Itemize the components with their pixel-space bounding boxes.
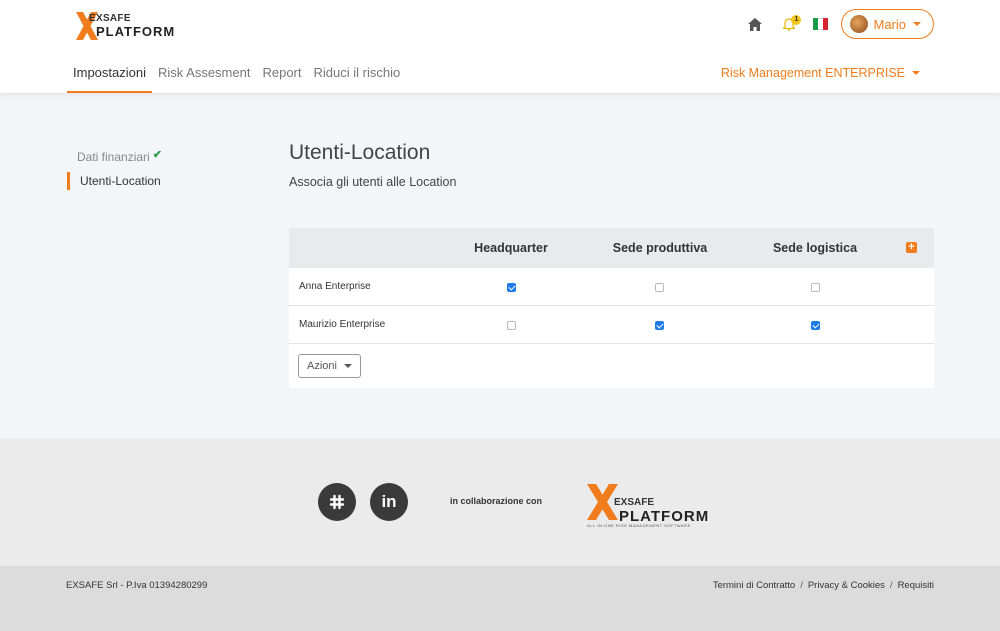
logo-text-top: EXSAFE <box>89 13 131 24</box>
organization-label: Risk Management ENTERPRISE <box>720 66 905 80</box>
separator: / <box>800 580 803 591</box>
home-icon[interactable] <box>745 14 765 34</box>
user-name-cell: Maurizio Enterprise <box>299 319 386 330</box>
italy-flag-icon[interactable] <box>813 18 828 30</box>
header-actions: 1 Mario <box>745 9 934 39</box>
table-row: Anna Enterprise <box>289 268 934 306</box>
collaboration-text: in collaborazione con <box>450 496 543 506</box>
legal-links: Termini di Contratto / Privacy & Cookies… <box>713 580 934 591</box>
sidebar-item-utenti-location[interactable]: Utenti-Location <box>67 172 161 190</box>
avatar <box>850 15 869 33</box>
partner-logo-tagline: ALL-IN-ONE RISK MANAGEMENT SOFTWARE <box>587 523 691 528</box>
checkbox-maurizio-sede-logistica[interactable] <box>811 321 820 330</box>
checkbox-maurizio-sede-produttiva[interactable] <box>655 321 664 330</box>
logo-text-bottom: PLATFORM <box>96 24 176 39</box>
table-header: Headquarter Sede produttiva Sede logisti… <box>289 228 934 268</box>
footer-top: in in collaborazione con EXSAFE PLATFORM… <box>0 438 1000 566</box>
top-header: EXSAFE PLATFORM 1 Mario Impostazioni Ris… <box>0 0 1000 93</box>
users-locations-table: Headquarter Sede produttiva Sede logisti… <box>289 228 934 388</box>
user-menu-button[interactable]: Mario <box>841 9 934 39</box>
linkedin-icon[interactable]: in <box>370 483 408 521</box>
link-privacy-cookies[interactable]: Privacy & Cookies <box>808 580 885 591</box>
notification-badge: 1 <box>791 15 802 25</box>
user-name-cell: Anna Enterprise <box>299 281 371 292</box>
tab-report[interactable]: Report <box>256 58 307 93</box>
column-header-headquarter: Headquarter <box>474 241 548 255</box>
checkbox-anna-headquarter[interactable] <box>507 283 516 292</box>
page-title: Utenti-Location <box>289 141 431 164</box>
tab-riduci-rischio[interactable]: Riduci il rischio <box>308 58 407 93</box>
user-name: Mario <box>873 16 906 32</box>
checkbox-anna-sede-produttiva[interactable] <box>655 283 664 292</box>
exsafe-logo[interactable]: EXSAFE PLATFORM <box>76 8 176 42</box>
footer-bottom: EXSAFE Srl - P.Iva 01394280299 Termini d… <box>0 566 1000 631</box>
chevron-down-icon <box>912 71 920 75</box>
partner-logo[interactable]: EXSAFE PLATFORM ALL-IN-ONE RISK MANAGEME… <box>585 482 715 530</box>
check-icon: ✔ <box>152 149 162 161</box>
column-header-sede-produttiva: Sede produttiva <box>612 241 708 255</box>
table-row: Maurizio Enterprise <box>289 306 934 344</box>
checkbox-maurizio-headquarter[interactable] <box>507 321 516 330</box>
tab-risk-assesment[interactable]: Risk Assesment <box>152 58 256 93</box>
actions-label: Azioni <box>307 360 337 372</box>
link-requisiti[interactable]: Requisiti <box>898 580 934 591</box>
separator: / <box>889 580 893 591</box>
main-nav: Impostazioni Risk Assesment Report Riduc… <box>67 58 406 93</box>
bell-icon[interactable]: 1 <box>779 14 802 34</box>
column-header-sede-logistica: Sede logistica <box>772 241 858 255</box>
sidebar-item-label: Dati finanziari <box>77 150 150 164</box>
sidebar-item-label: Utenti-Location <box>80 174 161 188</box>
tab-impostazioni[interactable]: Impostazioni <box>67 58 152 93</box>
page-subtitle: Associa gli utenti alle Location <box>289 175 457 189</box>
slack-icon[interactable] <box>318 483 356 521</box>
company-info: EXSAFE Srl - P.Iva 01394280299 <box>66 580 208 591</box>
partner-logo-top: EXSAFE <box>614 497 655 508</box>
chevron-down-icon <box>343 364 352 368</box>
organization-dropdown[interactable]: Risk Management ENTERPRISE <box>721 66 920 80</box>
chevron-down-icon <box>913 22 921 26</box>
actions-dropdown-button[interactable]: Azioni <box>298 354 361 378</box>
add-location-button[interactable]: + <box>906 242 917 253</box>
sidebar-item-dati-finanziari[interactable]: Dati finanziari ✔ <box>77 149 162 164</box>
checkbox-anna-sede-logistica[interactable] <box>811 283 820 292</box>
link-termini-contratto[interactable]: Termini di Contratto <box>713 580 795 591</box>
